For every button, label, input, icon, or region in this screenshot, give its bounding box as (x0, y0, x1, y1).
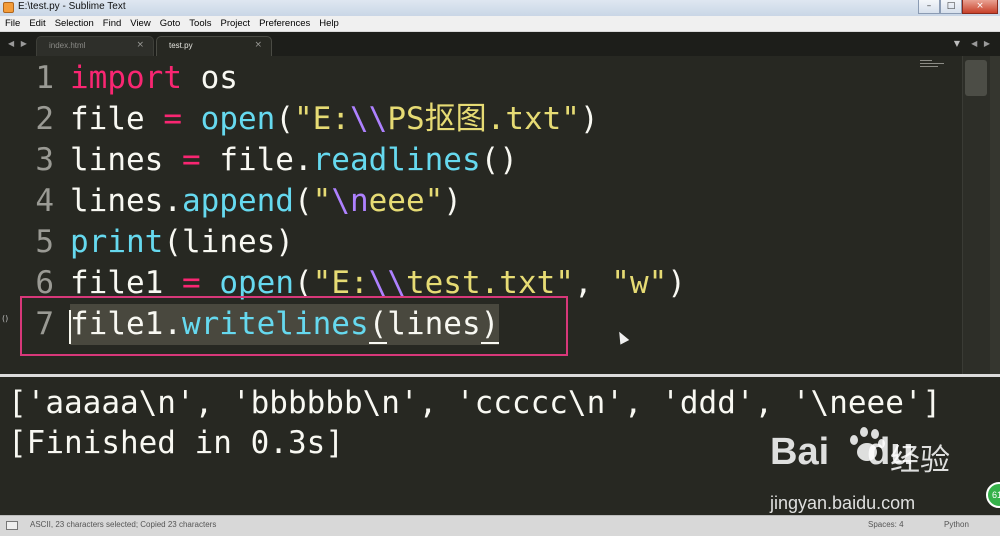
code-line[interactable]: 2 file = open("E:\\PS抠图.txt") (0, 99, 960, 140)
tab-index-html[interactable]: index.html × (36, 36, 154, 56)
build-output-panel: ['aaaaa\n', 'bbbbbb\n', 'ccccc\n', 'ddd'… (0, 374, 1000, 518)
code-line[interactable]: 3 lines = file.readlines() (0, 140, 960, 181)
tab-label: test.py (169, 41, 193, 50)
tab-bar: ◀ ▶ index.html × test.py × ▼ ◀ ▶ (0, 32, 1000, 56)
tab-close-icon[interactable]: × (254, 40, 262, 50)
line-number: 2 (35, 101, 54, 137)
line-number: 1 (35, 60, 54, 96)
menu-edit[interactable]: Edit (24, 18, 49, 29)
output-line: [Finished in 0.3s] (8, 425, 344, 461)
code-text: lines = file.readlines() (70, 142, 518, 178)
line-number: 4 (35, 183, 54, 219)
code-text: file = open("E:\\PS抠图.txt") (70, 101, 599, 137)
menu-project[interactable]: Project (215, 18, 254, 29)
close-button[interactable]: × (962, 0, 998, 14)
status-message: ASCII, 23 characters selected; Copied 23… (30, 520, 217, 529)
menu-find[interactable]: Find (98, 18, 125, 29)
minimize-button[interactable]: – (918, 0, 940, 14)
menu-bar: File Edit Selection Find View Goto Tools… (0, 16, 1000, 32)
code-text: import os (70, 60, 238, 96)
menu-selection[interactable]: Selection (50, 18, 98, 29)
menu-file[interactable]: File (0, 18, 24, 29)
sublime-text-app-icon (3, 2, 14, 13)
menu-preferences[interactable]: Preferences (254, 18, 314, 29)
tab-scroll-arrows-left[interactable]: ◀ ▶ (8, 39, 29, 48)
tab-label: index.html (49, 41, 86, 50)
annotation-highlight-box (20, 296, 568, 356)
menu-help[interactable]: Help (314, 18, 343, 29)
line-number: 5 (35, 224, 54, 260)
window-title-bar: E:\test.py - Sublime Text – □ × (0, 0, 1000, 17)
tab-test-py[interactable]: test.py × (156, 36, 272, 56)
code-text: print(lines) (70, 224, 294, 260)
panel-toggle-icon[interactable] (6, 521, 18, 530)
minimap[interactable] (920, 58, 954, 72)
tab-scroll-arrows-right[interactable]: ◀ ▶ (971, 39, 992, 48)
vertical-scrollbar[interactable] (962, 56, 991, 374)
code-text: lines.append("\neee") (70, 183, 462, 219)
code-line[interactable]: 4 lines.append("\neee") (0, 181, 960, 222)
window-controls: – □ × (918, 0, 998, 14)
tab-list-dropdown-icon[interactable]: ▼ (954, 39, 960, 48)
code-line[interactable]: 5 print(lines) (0, 222, 960, 263)
menu-goto[interactable]: Goto (155, 18, 185, 29)
tab-close-icon[interactable]: × (136, 40, 144, 50)
code-line[interactable]: 1 import os (0, 58, 960, 99)
menu-tools[interactable]: Tools (184, 18, 215, 29)
scrollbar-track[interactable] (990, 56, 1000, 374)
baidu-jingyan-watermark: Bai du 经验 jingyan.baidu.com (770, 427, 1000, 517)
window-title: E:\test.py - Sublime Text (18, 1, 126, 12)
watermark-url: jingyan.baidu.com (770, 493, 916, 513)
indentation-setting[interactable]: Spaces: 4 (868, 520, 904, 529)
line-number: 3 (35, 142, 54, 178)
scrollbar-thumb[interactable] (965, 60, 987, 96)
status-bar: ASCII, 23 characters selected; Copied 23… (0, 515, 1000, 536)
output-line: ['aaaaa\n', 'bbbbbb\n', 'ccccc\n', 'ddd'… (8, 385, 942, 421)
maximize-button[interactable]: □ (940, 0, 962, 14)
menu-view[interactable]: View (125, 18, 154, 29)
code-editor[interactable]: () 1 import os 2 file = open("E:\\PS抠图.t… (0, 56, 1000, 374)
syntax-selector[interactable]: Python (944, 520, 969, 529)
jingyan-text: 经验 (890, 443, 950, 478)
baidu-paw-icon (846, 425, 886, 465)
